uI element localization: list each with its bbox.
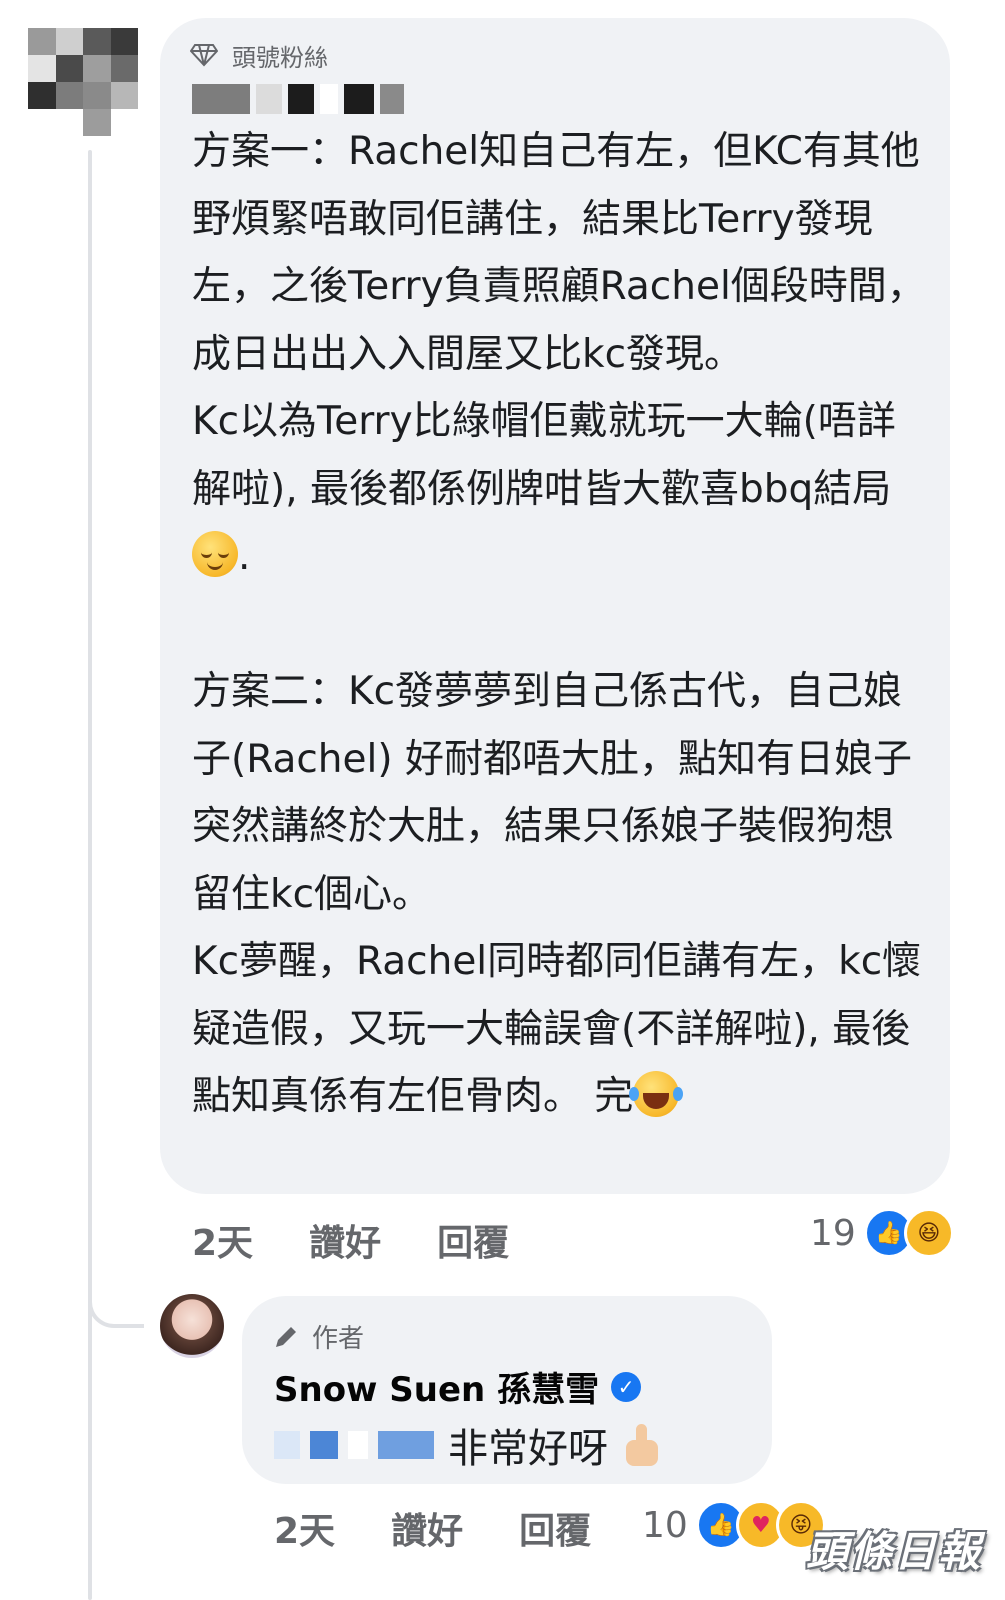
reply-body: 非常好呀 — [274, 1416, 662, 1474]
verified-badge-icon: ✓ — [611, 1371, 642, 1402]
comment-paragraph-2: Kc以為Terry比綠帽佢戴就玩一大輪(唔詳解啦), 最後都係例牌咁皆大歡喜bb… — [192, 399, 896, 579]
watermark-logo: 頭條日報 — [806, 1527, 983, 1576]
comment-blank-line — [192, 591, 928, 659]
reply-author[interactable]: Snow Suen 孫慧雪 ✓ — [274, 1362, 642, 1411]
comment-paragraph-4: Kc夢醒，Rachel同時都同佢講有左，kc懷疑造假，又玩一大輪誤會(不詳解啦)… — [192, 939, 922, 1119]
reply-author-name[interactable]: Snow Suen 孫慧雪 — [274, 1362, 599, 1411]
comment-reactions[interactable]: 19 👍 😆 — [810, 1208, 954, 1258]
tears-of-joy-icon — [629, 1071, 684, 1117]
reply-text: 非常好呀 — [448, 1426, 608, 1472]
badge-label: 頭號粉絲 — [232, 43, 328, 72]
thumbs-up-icon — [622, 1422, 662, 1468]
mention-blurred[interactable] — [274, 1431, 434, 1459]
reply-reply-button[interactable]: 回覆 — [519, 1502, 591, 1554]
top-fan-badge: 頭號粉絲 — [190, 40, 328, 72]
diamond-icon — [190, 44, 218, 67]
comment-time[interactable]: 2天 — [192, 1214, 253, 1266]
comment-actions: 2天 讚好 回覆 — [192, 1214, 565, 1266]
author-avatar[interactable] — [160, 1294, 224, 1358]
thread-branch — [88, 1256, 144, 1328]
reply-reaction-count: 10 — [642, 1504, 688, 1546]
reply-time[interactable]: 2天 — [274, 1502, 335, 1554]
comment-reply-button[interactable]: 回覆 — [437, 1214, 509, 1266]
pencil-icon — [276, 1326, 296, 1347]
commenter-name-blurred[interactable] — [192, 84, 404, 114]
commenter-avatar-blurred[interactable] — [28, 28, 138, 136]
relieved-face-icon — [192, 531, 238, 577]
comment-paragraph-1: 方案一：Rachel知自己有左，但KC有其他野煩緊唔敢同佢講住，結果比Terry… — [192, 129, 926, 377]
author-badge: 作者 — [272, 1318, 364, 1355]
comment-paragraph-3: 方案二：Kc發夢夢到自己係古代，自己娘子(Rachel) 好耐都唔大肚，點知有日… — [192, 669, 912, 917]
haha-icon: 😆 — [903, 1208, 954, 1258]
author-badge-label: 作者 — [312, 1324, 365, 1354]
reply-reactions[interactable]: 10 👍 ♥ 😝 — [642, 1500, 826, 1550]
reply-actions: 2天 讚好 回覆 — [274, 1502, 647, 1554]
reply-like-button[interactable]: 讚好 — [391, 1502, 463, 1554]
comment-body: 方案一：Rachel知自己有左，但KC有其他野煩緊唔敢同佢講住，結果比Terry… — [192, 118, 928, 1131]
thread-line — [88, 150, 92, 1600]
comment-reaction-count: 19 — [810, 1212, 856, 1254]
comment-like-button[interactable]: 讚好 — [309, 1214, 381, 1266]
